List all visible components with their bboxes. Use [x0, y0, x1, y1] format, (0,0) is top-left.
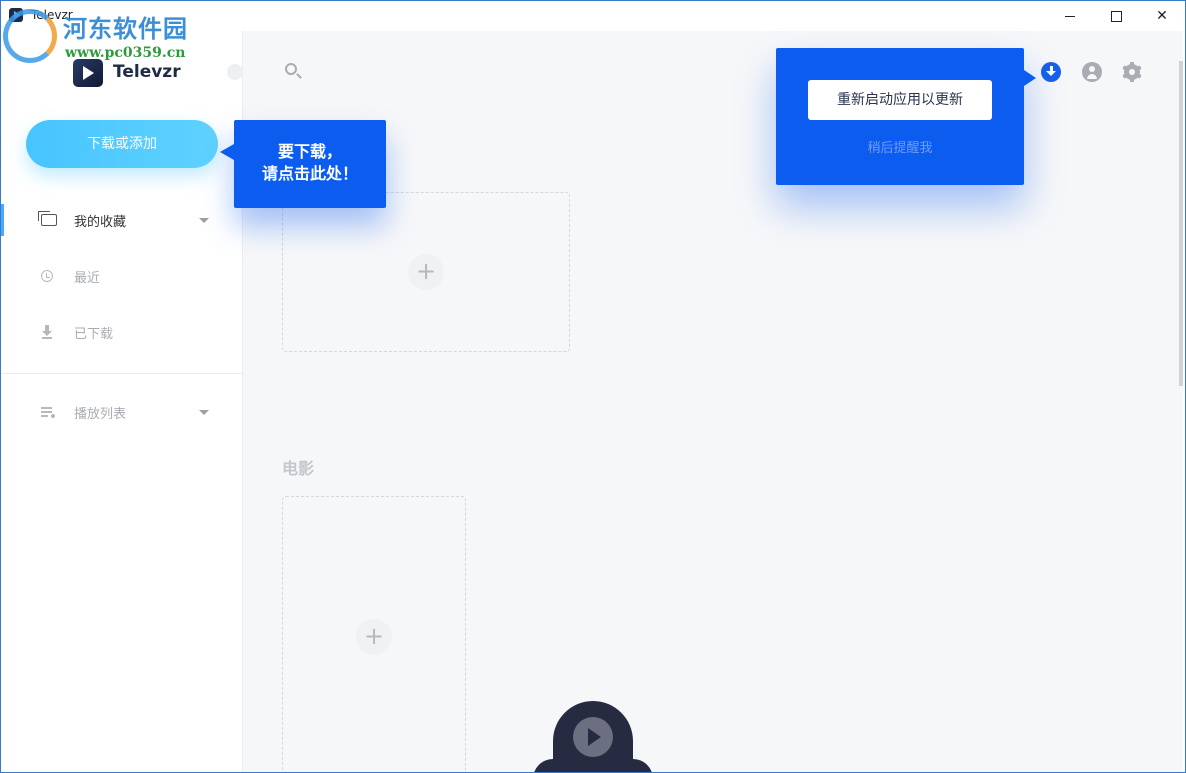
- add-favorite-card[interactable]: +: [282, 192, 570, 352]
- clock-icon: [41, 270, 53, 282]
- maximize-icon: [1110, 10, 1122, 22]
- sidebar: Televzr 下载或添加 我的收藏 最近 已下载 播放列表: [1, 31, 243, 772]
- add-movie-card[interactable]: +: [282, 496, 466, 772]
- scrollbar[interactable]: [1179, 61, 1183, 386]
- sidebar-item-downloaded[interactable]: 已下载: [1, 312, 241, 352]
- folder-icon: [38, 211, 57, 226]
- app-window: Televzr ✕ Televzr 下载或添加 我的收藏 最近 已下载 播放列表…: [0, 0, 1186, 773]
- plus-icon: +: [356, 619, 392, 655]
- tooltip-line-1: 要下载，: [277, 142, 342, 161]
- close-button[interactable]: ✕: [1139, 1, 1185, 31]
- download-or-add-button[interactable]: 下载或添加: [26, 120, 218, 168]
- section-title-movies: 电影: [282, 459, 315, 478]
- remind-later-link[interactable]: 稍后提醒我: [776, 137, 1024, 156]
- sidebar-item-playlists[interactable]: 播放列表: [1, 392, 241, 432]
- download-hint-tooltip: 要下载， 请点击此处！: [220, 120, 386, 208]
- sidebar-item-label: 最近: [74, 271, 101, 286]
- title-bar: Televzr ✕: [1, 1, 1185, 31]
- minimize-icon: [1065, 15, 1075, 17]
- sidebar-item-recent[interactable]: 最近: [1, 256, 241, 296]
- minimize-button[interactable]: [1047, 1, 1093, 31]
- app-icon: [9, 8, 23, 22]
- gear-icon[interactable]: [1122, 62, 1142, 82]
- sidebar-item-favorites[interactable]: 我的收藏: [1, 200, 241, 240]
- download-icon: [41, 324, 57, 340]
- active-indicator: [1, 204, 4, 236]
- update-popup: 重新启动应用以更新 稍后提醒我: [776, 48, 1036, 185]
- play-icon[interactable]: [573, 717, 613, 757]
- account-icon[interactable]: [1082, 62, 1102, 82]
- update-download-icon[interactable]: [1041, 62, 1061, 82]
- chevron-down-icon[interactable]: [199, 218, 209, 223]
- mini-player: [533, 699, 653, 772]
- sidebar-item-label: 我的收藏: [74, 215, 127, 230]
- brand-name: Televzr: [113, 62, 181, 82]
- window-title: Televzr: [31, 8, 73, 22]
- plus-icon: +: [408, 254, 444, 290]
- sidebar-collapse-handle[interactable]: [227, 64, 243, 80]
- close-icon: ✕: [1156, 8, 1168, 24]
- sidebar-item-label: 已下载: [74, 327, 114, 342]
- chevron-down-icon[interactable]: [199, 410, 209, 415]
- restart-to-update-button[interactable]: 重新启动应用以更新: [808, 80, 992, 120]
- playlist-icon: [41, 404, 57, 420]
- sidebar-divider: [1, 373, 242, 374]
- maximize-button[interactable]: [1093, 1, 1139, 31]
- televzr-logo-icon: [73, 59, 103, 87]
- sidebar-item-label: 播放列表: [74, 407, 127, 422]
- search-icon[interactable]: [285, 63, 297, 75]
- tooltip-line-2: 请点击此处！: [261, 164, 358, 183]
